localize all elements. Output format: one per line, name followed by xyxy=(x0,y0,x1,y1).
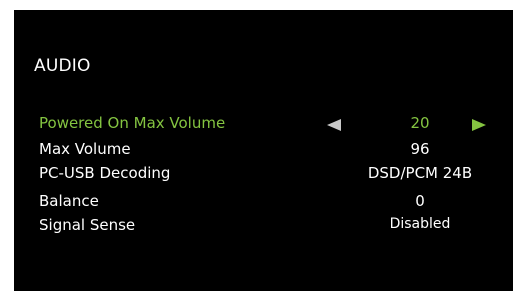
menu-title: AUDIO xyxy=(34,56,91,76)
triangle-right-icon[interactable] xyxy=(472,119,486,131)
menu-item-value: 20 xyxy=(410,114,430,132)
menu-item-max-volume[interactable]: Max Volume 96 xyxy=(14,140,513,162)
menu-item-label: PC-USB Decoding xyxy=(39,164,171,182)
menu-item-value: 0 xyxy=(415,192,425,210)
menu-item-value: Disabled xyxy=(389,216,451,232)
menu-item-signal-sense[interactable]: Signal Sense Disabled xyxy=(14,216,513,238)
menu-item-balance[interactable]: Balance 0 xyxy=(14,192,513,214)
menu-item-pc-usb-decoding[interactable]: PC-USB Decoding DSD/PCM 24B xyxy=(14,164,513,186)
menu-item-powered-on-max-volume[interactable]: Powered On Max Volume 20 xyxy=(14,114,513,136)
audio-menu-screen: AUDIO Powered On Max Volume 20 Max Volum… xyxy=(14,10,513,291)
menu-item-value: 96 xyxy=(410,140,430,158)
menu-item-label: Signal Sense xyxy=(39,216,136,234)
menu-item-label: Powered On Max Volume xyxy=(39,114,226,132)
menu-item-value: DSD/PCM 24B xyxy=(367,164,473,182)
menu-item-label: Max Volume xyxy=(39,140,131,158)
menu-item-label: Balance xyxy=(39,192,99,210)
